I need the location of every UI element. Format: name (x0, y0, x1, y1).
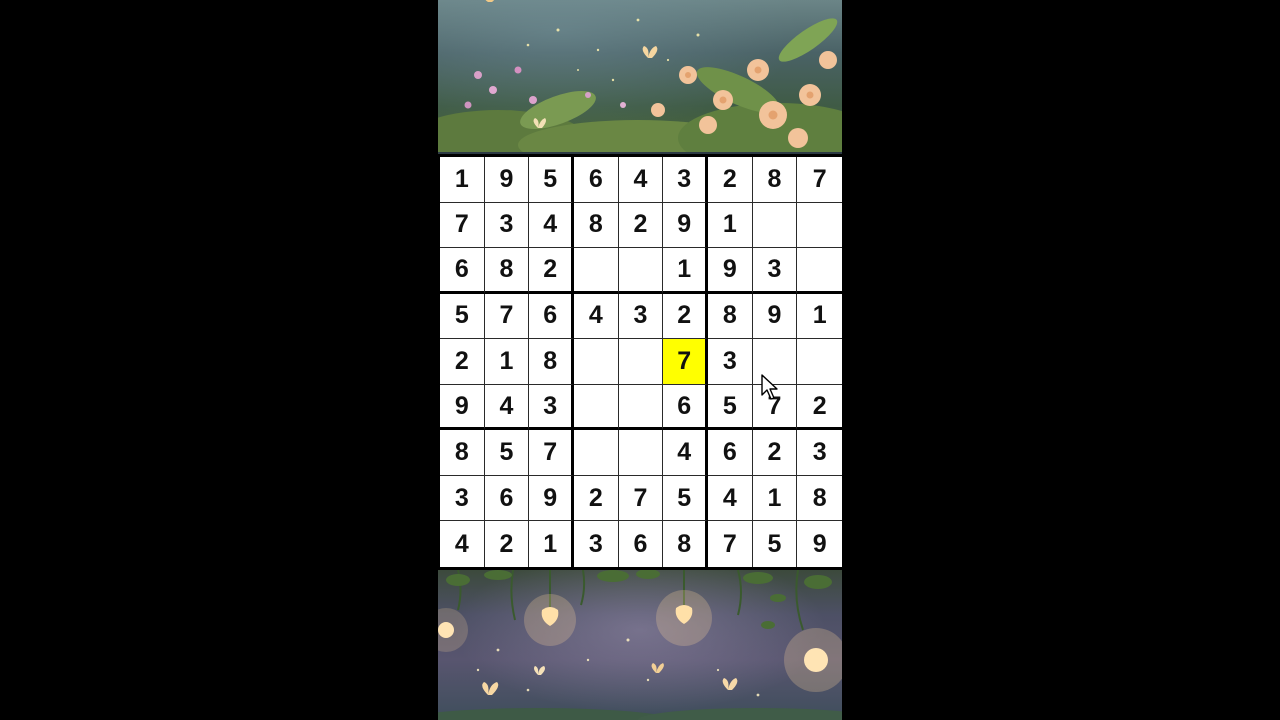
top-banner-illustration (438, 0, 842, 152)
sudoku-cell-r1-c6[interactable]: 3 (663, 157, 708, 203)
sudoku-cell-r8-c5[interactable]: 7 (618, 475, 664, 522)
sudoku-cell-r8-c7[interactable]: 4 (708, 475, 753, 522)
sudoku-cell-r5-c8[interactable] (752, 339, 798, 385)
phone-frame: 1956432877348291682193576432891218739436… (438, 0, 842, 720)
sudoku-cell-r2-c9[interactable] (797, 202, 842, 249)
sudoku-cell-r7-c4[interactable] (574, 430, 619, 476)
sudoku-cell-r2-c2[interactable]: 3 (484, 202, 530, 249)
sudoku-cell-r8-c3[interactable]: 9 (529, 475, 574, 522)
sudoku-cell-r4-c3[interactable]: 6 (529, 293, 574, 340)
sudoku-cell-r1-c2[interactable]: 9 (484, 157, 530, 203)
sudoku-cell-r6-c5[interactable] (618, 384, 664, 431)
sudoku-cell-r3-c1[interactable]: 6 (440, 248, 485, 294)
sudoku-cell-r5-c1[interactable]: 2 (440, 339, 485, 385)
sudoku-cell-r4-c4[interactable]: 4 (574, 293, 619, 340)
sudoku-cell-r3-c3[interactable]: 2 (529, 248, 574, 294)
sudoku-cell-r6-c4[interactable] (574, 384, 619, 431)
sudoku-cell-r7-c8[interactable]: 2 (752, 430, 798, 476)
sudoku-cell-r2-c6[interactable]: 9 (663, 202, 708, 249)
sudoku-cell-r7-c2[interactable]: 5 (484, 430, 530, 476)
sudoku-cell-r6-c9[interactable]: 2 (797, 384, 842, 431)
sudoku-cell-r3-c7[interactable]: 9 (708, 248, 753, 294)
sudoku-cell-r9-c7[interactable]: 7 (708, 521, 753, 567)
sudoku-cell-r2-c8[interactable] (752, 202, 798, 249)
sudoku-cell-r5-c2[interactable]: 1 (484, 339, 530, 385)
sudoku-cell-r9-c9[interactable]: 9 (797, 521, 842, 567)
sudoku-cell-r6-c7[interactable]: 5 (708, 384, 753, 431)
sudoku-cell-r1-c1[interactable]: 1 (440, 157, 485, 203)
sudoku-cell-r6-c6[interactable]: 6 (663, 384, 708, 431)
sudoku-cell-r2-c1[interactable]: 7 (440, 202, 485, 249)
sudoku-cell-r4-c6[interactable]: 2 (663, 293, 708, 340)
sudoku-cell-r5-c9[interactable] (797, 339, 842, 385)
sudoku-cell-r4-c1[interactable]: 5 (440, 293, 485, 340)
sudoku-cell-r1-c9[interactable]: 7 (797, 157, 842, 203)
sudoku-cell-r3-c8[interactable]: 3 (752, 248, 798, 294)
sudoku-cell-r5-c5[interactable] (618, 339, 664, 385)
sudoku-cell-r9-c3[interactable]: 1 (529, 521, 574, 567)
sudoku-cell-r3-c6[interactable]: 1 (663, 248, 708, 294)
sudoku-cell-r5-c4[interactable] (574, 339, 619, 385)
sudoku-cell-r3-c4[interactable] (574, 248, 619, 294)
sudoku-cell-r4-c5[interactable]: 3 (618, 293, 664, 340)
sudoku-cell-r9-c1[interactable]: 4 (440, 521, 485, 567)
lanterns-illustration (438, 570, 842, 720)
sudoku-cell-r2-c3[interactable]: 4 (529, 202, 574, 249)
sudoku-cell-r7-c1[interactable]: 8 (440, 430, 485, 476)
sudoku-cell-r6-c8[interactable]: 7 (752, 384, 798, 431)
sudoku-cell-r5-c3[interactable]: 8 (529, 339, 574, 385)
sudoku-cell-r9-c8[interactable]: 5 (752, 521, 798, 567)
sudoku-cell-r7-c3[interactable]: 7 (529, 430, 574, 476)
sudoku-cell-r4-c9[interactable]: 1 (797, 293, 842, 340)
sudoku-cell-r9-c5[interactable]: 6 (618, 521, 664, 567)
sudoku-cell-r6-c3[interactable]: 3 (529, 384, 574, 431)
sudoku-cell-r9-c4[interactable]: 3 (574, 521, 619, 567)
sudoku-cell-r4-c8[interactable]: 9 (752, 293, 798, 340)
sudoku-cell-r8-c8[interactable]: 1 (752, 475, 798, 522)
sudoku-cell-r8-c2[interactable]: 6 (484, 475, 530, 522)
sudoku-cell-r1-c5[interactable]: 4 (618, 157, 664, 203)
sudoku-cell-r8-c1[interactable]: 3 (440, 475, 485, 522)
sudoku-cell-r8-c6[interactable]: 5 (663, 475, 708, 522)
sudoku-cell-r6-c1[interactable]: 9 (440, 384, 485, 431)
sudoku-cell-r7-c7[interactable]: 6 (708, 430, 753, 476)
sudoku-cell-r5-c7[interactable]: 3 (708, 339, 753, 385)
sudoku-cell-r4-c7[interactable]: 8 (708, 293, 753, 340)
sudoku-cell-r3-c2[interactable]: 8 (484, 248, 530, 294)
sudoku-cell-r8-c4[interactable]: 2 (574, 475, 619, 522)
sudoku-grid: 1956432877348291682193576432891218739436… (440, 157, 842, 567)
sudoku-cell-r3-c9[interactable] (797, 248, 842, 294)
sudoku-cell-r5-c6[interactable]: 7 (663, 339, 708, 385)
sudoku-cell-r2-c5[interactable]: 2 (618, 202, 664, 249)
sudoku-cell-r9-c2[interactable]: 2 (484, 521, 530, 567)
sudoku-cell-r1-c4[interactable]: 6 (574, 157, 619, 203)
sudoku-cell-r7-c6[interactable]: 4 (663, 430, 708, 476)
sudoku-cell-r1-c3[interactable]: 5 (529, 157, 574, 203)
flowers-illustration (438, 0, 842, 152)
sudoku-cell-r9-c6[interactable]: 8 (663, 521, 708, 567)
sudoku-board: 1956432877348291682193576432891218739436… (438, 154, 842, 570)
sudoku-cell-r1-c7[interactable]: 2 (708, 157, 753, 203)
sudoku-cell-r3-c5[interactable] (618, 248, 664, 294)
bottom-banner-illustration (438, 570, 842, 720)
sudoku-cell-r6-c2[interactable]: 4 (484, 384, 530, 431)
sudoku-cell-r7-c9[interactable]: 3 (797, 430, 842, 476)
sudoku-cell-r2-c4[interactable]: 8 (574, 202, 619, 249)
sudoku-cell-r7-c5[interactable] (618, 430, 664, 476)
sudoku-cell-r4-c2[interactable]: 7 (484, 293, 530, 340)
sudoku-cell-r2-c7[interactable]: 1 (708, 202, 753, 249)
sudoku-cell-r8-c9[interactable]: 8 (797, 475, 842, 522)
sudoku-cell-r1-c8[interactable]: 8 (752, 157, 798, 203)
